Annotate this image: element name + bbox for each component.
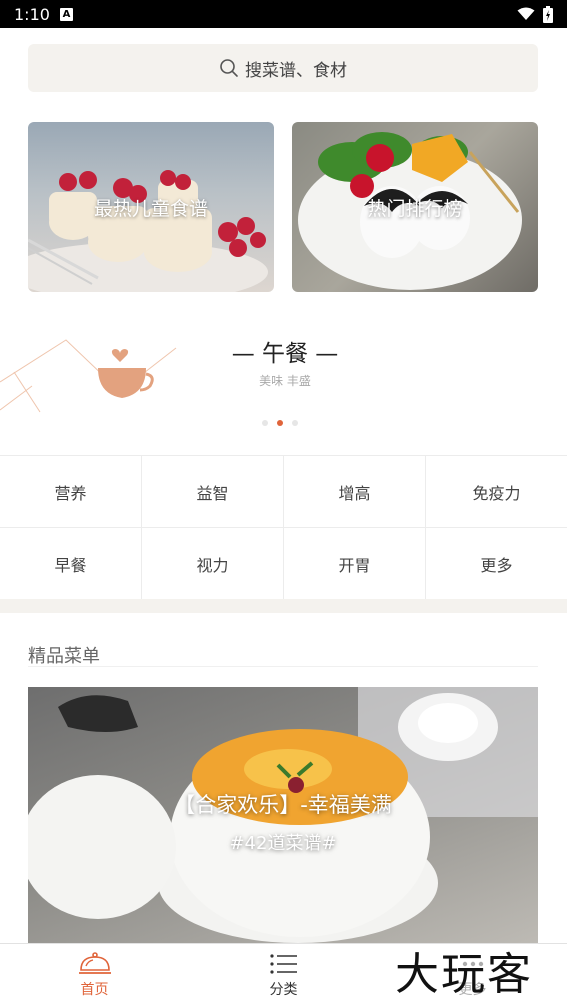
section-divider [0,599,567,613]
category-more[interactable]: 更多 [426,528,567,599]
app-screen: 1:10 A 搜菜谱、食材 最热儿童食谱 热门排行榜 — 午餐 — 美味 丰盛 … [0,0,567,1007]
nav-category[interactable]: 分类 [189,944,378,1007]
meal-subtitle: 美味 丰盛 [259,374,311,388]
section-title: 精品菜单 [28,646,100,667]
search-placeholder: 搜菜谱、食材 [245,60,347,81]
nav-label: 首页 [80,982,109,998]
nav-home[interactable]: 首页 [0,944,189,1007]
category-row: 营养 益智 增高 免疫力 [0,456,567,528]
search-icon [220,59,238,77]
category-appetite[interactable]: 开胃 [284,528,426,599]
battery-icon [543,5,553,23]
carousel-indicator [262,420,298,426]
category-height[interactable]: 增高 [284,456,426,527]
featured-subtitle: #42道菜谱# [229,833,337,854]
category-intelligence[interactable]: 益智 [142,456,284,527]
list-icon [269,954,297,974]
carousel-dot[interactable] [292,420,298,426]
category-immunity[interactable]: 免疫力 [426,456,567,527]
status-icons [517,5,553,23]
category-vision[interactable]: 视力 [142,528,284,599]
watermark-logo: 大玩客 [395,947,533,1003]
carousel-dot-active[interactable] [277,420,283,426]
section-underline [28,666,538,667]
banner-label: 热门排行榜 [367,198,463,220]
banner-label: 最热儿童食谱 [93,198,208,220]
status-time: 1:10 [14,4,50,24]
carousel-dot[interactable] [262,420,268,426]
featured-menu-card[interactable]: 【合家欢乐】-幸福美满 #42道菜谱# [28,687,538,943]
category-breakfast[interactable]: 早餐 [0,528,142,599]
banner-kids-recipes[interactable]: 最热儿童食谱 [28,122,274,292]
category-grid: 营养 益智 增高 免疫力 早餐 视力 开胃 更多 [0,455,567,600]
notification-badge: A [59,7,73,21]
search-bar[interactable]: 搜菜谱、食材 [28,44,538,92]
cloche-icon [78,952,111,974]
meal-decoration [0,339,177,413]
status-bar: 1:10 A [0,0,567,28]
category-row: 早餐 视力 开胃 更多 [0,528,567,600]
wifi-icon [517,7,535,20]
meal-title: — 午餐 — [231,341,339,367]
featured-title: 【合家欢乐】-幸福美满 [174,793,392,817]
nav-label: 分类 [269,982,298,998]
banner-ranking[interactable]: 热门排行榜 [292,122,538,292]
category-nutrition[interactable]: 营养 [0,456,142,527]
